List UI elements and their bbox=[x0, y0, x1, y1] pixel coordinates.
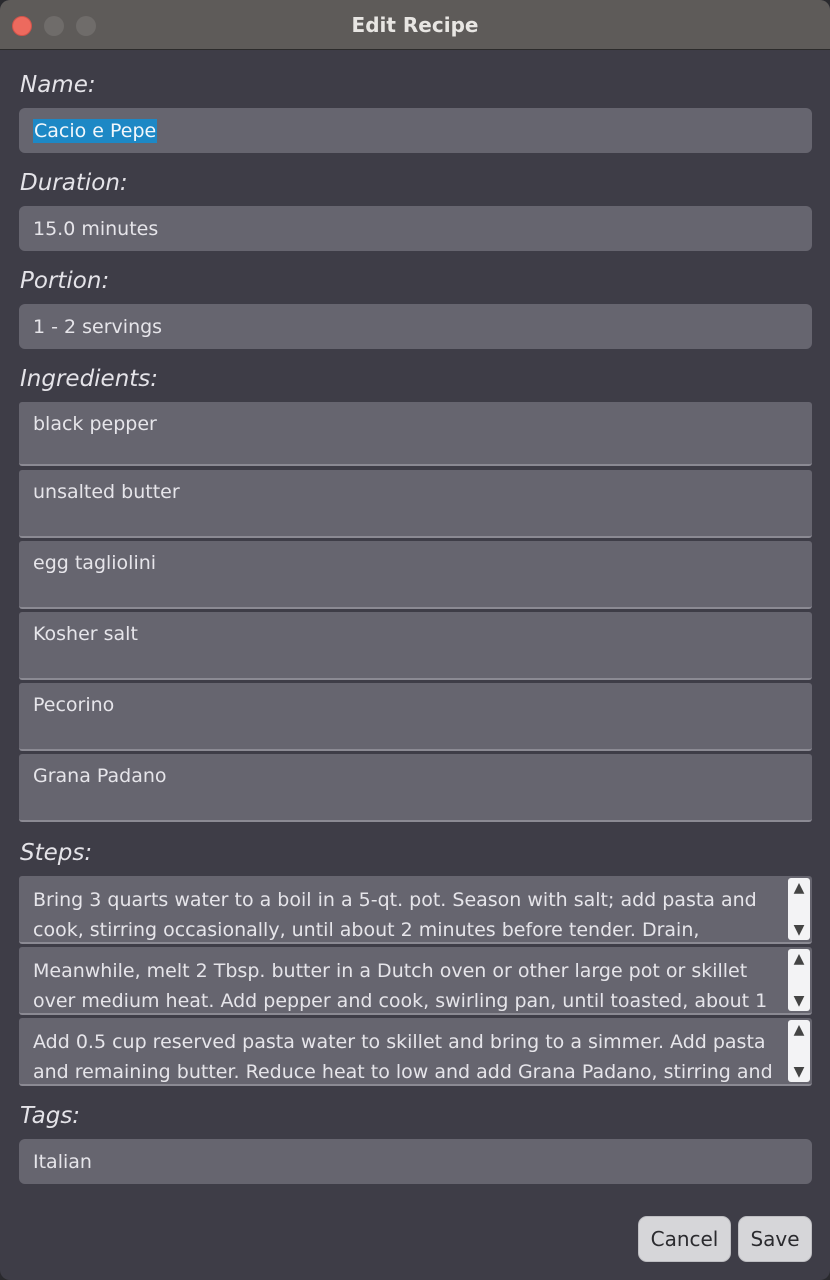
chevron-down-icon[interactable]: ▼ bbox=[788, 994, 810, 1008]
cancel-button[interactable]: Cancel bbox=[638, 1216, 731, 1262]
ingredient-field[interactable]: Pecorino bbox=[19, 683, 812, 751]
duration-field[interactable]: 15.0 minutes bbox=[19, 206, 812, 251]
tags-field[interactable]: Italian bbox=[19, 1139, 812, 1184]
tags-label: Tags: bbox=[20, 1103, 81, 1129]
title-bar[interactable]: Edit Recipe bbox=[0, 0, 830, 50]
ingredient-text: Kosher salt bbox=[33, 623, 138, 645]
duration-label: Duration: bbox=[20, 170, 128, 196]
tags-field-value: Italian bbox=[33, 1150, 92, 1173]
step-textarea[interactable]: Add 0.5 cup reserved pasta water to skil… bbox=[19, 1018, 812, 1086]
portion-field-value: 1 - 2 servings bbox=[33, 315, 163, 338]
portion-field[interactable]: 1 - 2 servings bbox=[19, 304, 812, 349]
ingredients-label: Ingredients: bbox=[20, 366, 159, 392]
save-button[interactable]: Save bbox=[738, 1216, 812, 1262]
ingredient-text: unsalted butter bbox=[33, 481, 180, 503]
ingredient-field[interactable]: unsalted butter bbox=[19, 470, 812, 538]
step-scrollbar[interactable]: ▲ ▼ bbox=[788, 1020, 810, 1082]
step-scrollbar[interactable]: ▲ ▼ bbox=[788, 878, 810, 940]
ingredient-text: Grana Padano bbox=[33, 765, 167, 787]
steps-label: Steps: bbox=[20, 840, 93, 866]
name-field-value: Cacio e Pepe bbox=[33, 118, 158, 143]
ingredient-text: egg tagliolini bbox=[33, 552, 157, 574]
chevron-up-icon[interactable]: ▲ bbox=[788, 1023, 810, 1037]
step-text: Bring 3 quarts water to a boil in a 5-qt… bbox=[33, 889, 757, 941]
duration-field-value: 15.0 minutes bbox=[33, 217, 159, 240]
step-textarea[interactable]: Bring 3 quarts water to a boil in a 5-qt… bbox=[19, 876, 812, 944]
ingredient-field[interactable]: Kosher salt bbox=[19, 612, 812, 680]
ingredient-text: Pecorino bbox=[33, 694, 115, 716]
step-text: Add 0.5 cup reserved pasta water to skil… bbox=[33, 1031, 773, 1083]
window-title: Edit Recipe bbox=[351, 13, 479, 37]
step-textarea[interactable]: Meanwhile, melt 2 Tbsp. butter in a Dutc… bbox=[19, 947, 812, 1015]
step-text: Meanwhile, melt 2 Tbsp. butter in a Dutc… bbox=[33, 960, 768, 1012]
portion-label: Portion: bbox=[20, 268, 110, 294]
chevron-down-icon[interactable]: ▼ bbox=[788, 923, 810, 937]
chevron-up-icon[interactable]: ▲ bbox=[788, 952, 810, 966]
chevron-up-icon[interactable]: ▲ bbox=[788, 881, 810, 895]
name-field[interactable]: Cacio e Pepe bbox=[19, 108, 812, 153]
ingredient-field[interactable]: egg tagliolini bbox=[19, 541, 812, 609]
ingredient-field[interactable]: Grana Padano bbox=[19, 754, 812, 822]
chevron-down-icon[interactable]: ▼ bbox=[788, 1065, 810, 1079]
step-scrollbar[interactable]: ▲ ▼ bbox=[788, 949, 810, 1011]
edit-recipe-window: Edit Recipe Name: Cacio e Pepe Duration:… bbox=[0, 0, 830, 1280]
ingredient-text: black pepper bbox=[33, 413, 157, 435]
ingredient-field[interactable]: black pepper bbox=[19, 402, 812, 466]
name-label: Name: bbox=[20, 72, 96, 98]
